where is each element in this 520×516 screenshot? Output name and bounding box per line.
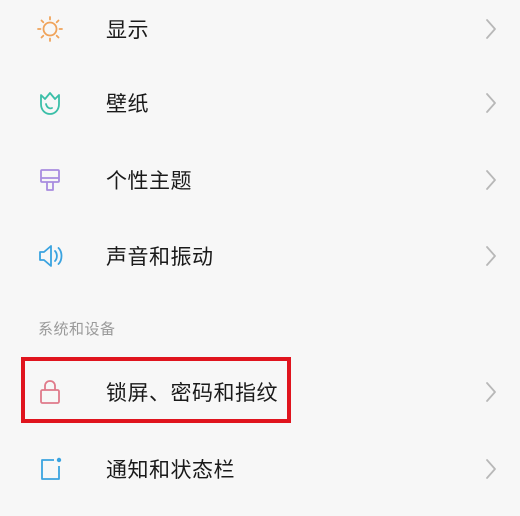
settings-item-sound-vibration[interactable]: 声音和振动 <box>0 218 520 294</box>
sun-icon <box>34 13 66 45</box>
section-header-system-devices: 系统和设备 <box>38 320 116 338</box>
settings-item-lock-screen[interactable]: 锁屏、密码和指纹 <box>0 354 520 430</box>
speaker-icon <box>34 240 66 272</box>
chevron-right-icon <box>484 457 498 481</box>
lock-icon <box>34 376 66 408</box>
brush-icon <box>34 164 66 196</box>
chevron-right-icon <box>484 168 498 192</box>
settings-item-wallpaper[interactable]: 壁纸 <box>0 65 520 141</box>
settings-item-themes[interactable]: 个性主题 <box>0 142 520 218</box>
settings-item-label: 通知和状态栏 <box>106 458 235 482</box>
settings-item-label: 锁屏、密码和指纹 <box>106 381 278 405</box>
settings-item-notifications[interactable]: 通知和状态栏 <box>0 431 520 507</box>
chevron-right-icon <box>484 91 498 115</box>
chevron-right-icon <box>484 17 498 41</box>
settings-item-label: 个性主题 <box>106 169 192 193</box>
notification-icon <box>34 453 66 485</box>
tulip-icon <box>34 87 66 119</box>
settings-item-label: 显示 <box>106 18 149 42</box>
chevron-right-icon <box>484 380 498 404</box>
settings-item-display[interactable]: 显示 <box>0 0 520 67</box>
settings-item-label: 壁纸 <box>106 92 149 116</box>
chevron-right-icon <box>484 244 498 268</box>
settings-item-label: 声音和振动 <box>106 245 214 269</box>
